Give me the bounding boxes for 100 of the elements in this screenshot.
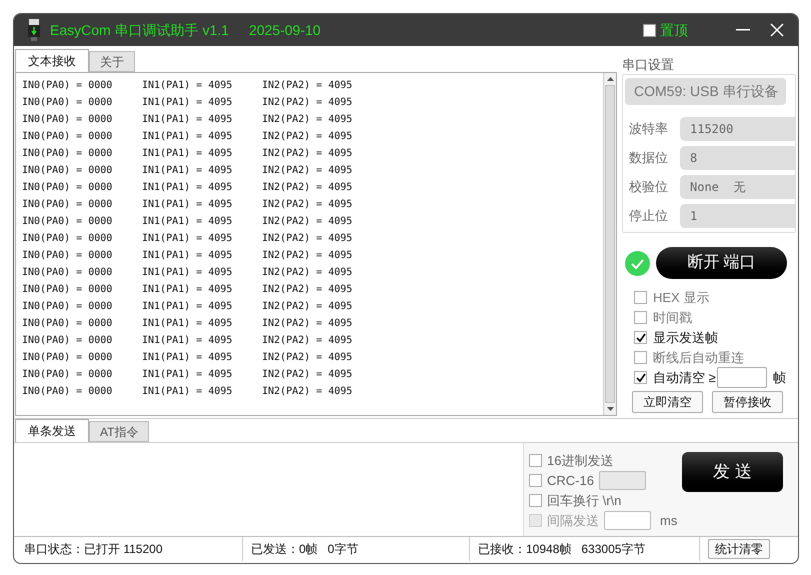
received-text: IN2(PA2) = 4095 bbox=[262, 300, 354, 314]
received-count-text: 已接收：10948帧 633005字节 bbox=[478, 541, 646, 558]
window-date: 2025-09-10 bbox=[248, 20, 321, 40]
received-text: IN0(PA0) = 0000 bbox=[22, 300, 114, 314]
port-combo[interactable]: COM59: USB 串行设备 bbox=[625, 78, 786, 105]
checkbox[interactable] bbox=[634, 371, 647, 384]
pin-on-top-label[interactable]: 置顶 bbox=[660, 20, 688, 40]
received-text: IN0(PA0) = 0000 bbox=[22, 130, 114, 144]
checkbox[interactable] bbox=[634, 311, 647, 324]
action-button[interactable]: 暂停接收 bbox=[712, 391, 783, 413]
received-text: IN2(PA2) = 4095 bbox=[262, 232, 354, 246]
tab[interactable]: 文本接收 bbox=[15, 49, 89, 72]
received-text: IN0(PA0) = 0000 bbox=[22, 164, 114, 178]
received-text: IN2(PA2) = 4095 bbox=[262, 351, 354, 365]
received-text: IN2(PA2) = 4095 bbox=[262, 368, 354, 382]
received-text: IN1(PA1) = 4095 bbox=[142, 232, 234, 246]
received-text: IN2(PA2) = 4095 bbox=[262, 181, 354, 195]
checkbox[interactable] bbox=[634, 331, 647, 344]
checkbox[interactable] bbox=[529, 474, 542, 487]
received-text: IN0(PA0) = 0000 bbox=[22, 283, 114, 297]
received-text: IN1(PA1) = 4095 bbox=[142, 334, 234, 348]
received-text: IN2(PA2) = 4095 bbox=[262, 96, 354, 110]
field-label: 校验位 bbox=[628, 178, 669, 196]
scrollbar[interactable] bbox=[603, 73, 616, 415]
received-text: IN2(PA2) = 4095 bbox=[262, 164, 354, 178]
settings-field[interactable]: 115200 bbox=[680, 117, 795, 141]
received-text: IN0(PA0) = 0000 bbox=[22, 334, 114, 348]
receive-text-area[interactable] bbox=[15, 72, 617, 416]
option-label[interactable]: 断线后自动重连 bbox=[653, 348, 744, 368]
sent-count-text: 已发送：0帧 0字节 bbox=[251, 541, 358, 558]
settings-field[interactable]: 8 bbox=[680, 146, 795, 170]
minimize-icon[interactable] bbox=[736, 29, 750, 31]
received-text: IN2(PA2) = 4095 bbox=[262, 147, 354, 161]
received-text: IN1(PA1) = 4095 bbox=[142, 300, 234, 314]
option-label[interactable]: 自动清空 ≥ bbox=[653, 368, 716, 388]
send-button[interactable]: 发 送 bbox=[682, 452, 783, 492]
option-label[interactable]: 时间戳 bbox=[653, 308, 692, 328]
option-label[interactable]: 回车换行 \r\n bbox=[547, 490, 622, 510]
received-text: IN1(PA1) = 4095 bbox=[142, 368, 234, 382]
checkbox[interactable] bbox=[529, 494, 542, 507]
reset-stats-button[interactable]: 统计清零 bbox=[708, 539, 770, 559]
received-text: IN2(PA2) = 4095 bbox=[262, 79, 354, 93]
received-text: IN0(PA0) = 0000 bbox=[22, 249, 114, 263]
option-label[interactable]: HEX 显示 bbox=[653, 288, 710, 308]
action-button[interactable]: 立即清空 bbox=[632, 391, 703, 413]
received-text: IN0(PA0) = 0000 bbox=[22, 351, 114, 365]
received-text: IN2(PA2) = 4095 bbox=[262, 249, 354, 263]
settings-field[interactable]: None 无 bbox=[680, 175, 795, 199]
received-text: IN1(PA1) = 4095 bbox=[142, 130, 234, 144]
settings-field[interactable]: 1 bbox=[680, 204, 795, 228]
received-text: IN0(PA0) = 0000 bbox=[22, 266, 114, 280]
option-label[interactable]: 显示发送帧 bbox=[653, 328, 718, 348]
received-text: IN1(PA1) = 4095 bbox=[142, 266, 234, 280]
received-text: IN0(PA0) = 0000 bbox=[22, 113, 114, 127]
received-text: IN2(PA2) = 4095 bbox=[262, 215, 354, 229]
tab[interactable]: AT指令 bbox=[89, 421, 150, 442]
port-status-text: 串口状态：已打开 115200 bbox=[24, 541, 162, 558]
received-text: IN1(PA1) = 4095 bbox=[142, 164, 234, 178]
checkbox[interactable] bbox=[634, 351, 647, 364]
received-text: IN0(PA0) = 0000 bbox=[22, 232, 114, 246]
received-text: IN1(PA1) = 4095 bbox=[142, 351, 234, 365]
option-label[interactable]: 16进制发送 bbox=[547, 450, 614, 470]
received-text: IN2(PA2) = 4095 bbox=[262, 283, 354, 297]
received-text: IN1(PA1) = 4095 bbox=[142, 96, 234, 110]
received-text: IN2(PA2) = 4095 bbox=[262, 266, 354, 280]
unit-label: 帧 bbox=[772, 368, 786, 387]
option-label[interactable]: CRC-16 bbox=[547, 470, 594, 490]
disconnect-button[interactable]: 断开 端口 bbox=[656, 247, 787, 279]
tab[interactable]: 单条发送 bbox=[15, 419, 89, 442]
received-text: IN1(PA1) = 4095 bbox=[142, 198, 234, 212]
window-title: EasyCom 串口调试助手 v1.1 bbox=[50, 20, 229, 40]
field-label: 停止位 bbox=[628, 207, 669, 226]
checkbox[interactable] bbox=[634, 291, 647, 304]
received-text: IN0(PA0) = 0000 bbox=[22, 79, 114, 93]
pin-checkbox[interactable] bbox=[643, 24, 656, 36]
received-text: IN1(PA1) = 4095 bbox=[142, 385, 234, 399]
received-text: IN1(PA1) = 4095 bbox=[142, 317, 234, 331]
field-label: 波特率 bbox=[628, 120, 669, 138]
received-text: IN1(PA1) = 4095 bbox=[142, 147, 234, 161]
received-text: IN1(PA1) = 4095 bbox=[142, 249, 234, 263]
checkbox[interactable] bbox=[529, 454, 542, 467]
field-label: 数据位 bbox=[628, 149, 669, 168]
received-text: IN0(PA0) = 0000 bbox=[22, 181, 114, 195]
tab[interactable]: 关于 bbox=[89, 51, 135, 72]
input-field[interactable] bbox=[598, 471, 646, 490]
received-text: IN0(PA0) = 0000 bbox=[22, 385, 114, 399]
input-field[interactable] bbox=[604, 511, 651, 530]
received-text: IN2(PA2) = 4095 bbox=[262, 198, 354, 212]
received-text: IN2(PA2) = 4095 bbox=[262, 317, 354, 331]
received-text: IN2(PA2) = 4095 bbox=[262, 113, 354, 127]
received-text: IN2(PA2) = 4095 bbox=[262, 130, 354, 144]
received-text: IN0(PA0) = 0000 bbox=[22, 215, 114, 229]
received-text: IN1(PA1) = 4095 bbox=[142, 113, 234, 127]
received-text: IN0(PA0) = 0000 bbox=[22, 96, 114, 110]
usb-plug-icon bbox=[28, 19, 40, 41]
scroll-thumb[interactable] bbox=[605, 85, 615, 403]
received-text: IN2(PA2) = 4095 bbox=[262, 334, 354, 348]
close-icon[interactable] bbox=[770, 23, 784, 37]
frame-count-field[interactable] bbox=[716, 367, 767, 388]
received-text: IN0(PA0) = 0000 bbox=[22, 147, 114, 161]
